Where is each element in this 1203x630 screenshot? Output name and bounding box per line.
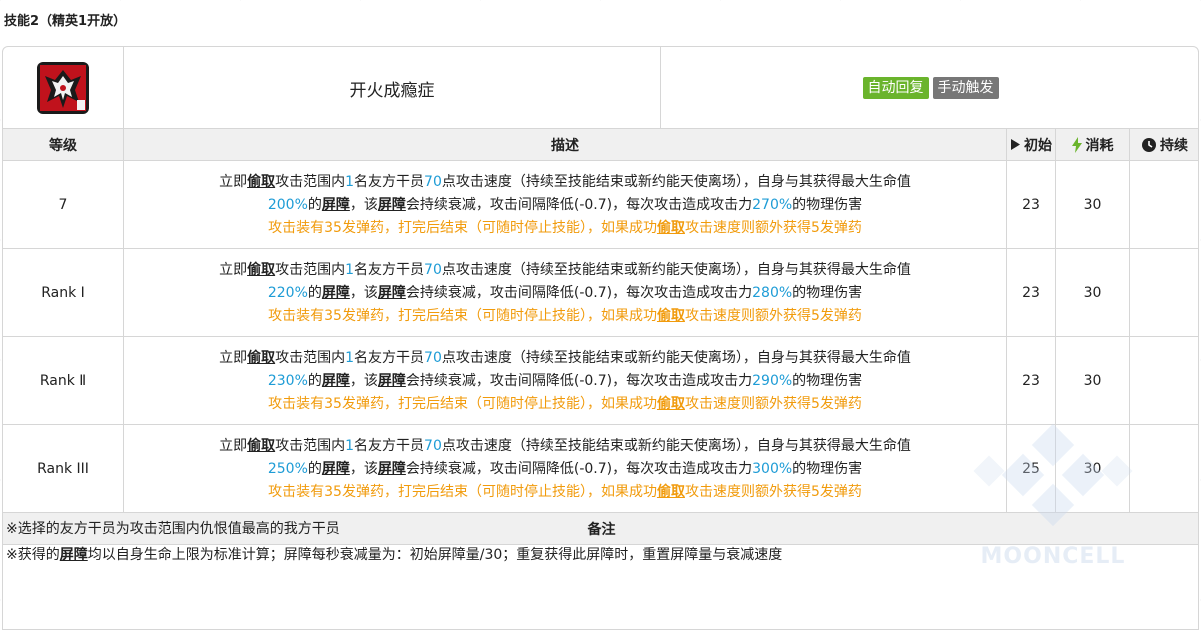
- skill-header-row: 开火成瘾症 自动回复 手动触发: [3, 47, 1198, 129]
- row-cost: 30: [1056, 425, 1130, 513]
- note-line: ※选择的友方干员为攻击范围内仇恨值最高的我方干员: [6, 521, 340, 537]
- skill-name: 开火成瘾症: [124, 47, 661, 129]
- row-level: Rank III: [3, 425, 124, 513]
- clock-icon: [1142, 137, 1156, 152]
- row-level: 7: [3, 161, 124, 249]
- row-description: 立即偷取攻击范围内1名友方干员70点攻击速度（持续至技能结束或新约能天使离场），…: [124, 337, 1007, 425]
- row-duration: [1130, 249, 1198, 337]
- notes-block: ※选择的友方干员为攻击范围内仇恨值最高的我方干员 ※获得的屏障均以自身生命上限为…: [6, 516, 782, 568]
- row-description: 立即偷取攻击范围内1名友方干员70点攻击速度（持续至技能结束或新约能天使离场），…: [124, 161, 1007, 249]
- header-cost: 消耗: [1056, 129, 1130, 161]
- header-initial: 初始: [1007, 129, 1056, 161]
- note-line: ※获得的屏障均以自身生命上限为标准计算；屏障每秒衰减量为：初始屏障量/30；重复…: [6, 547, 783, 563]
- row-cost: 30: [1056, 249, 1130, 337]
- row-duration: [1130, 161, 1198, 249]
- header-initial-label: 初始: [1024, 137, 1052, 154]
- row-initial: 23: [1007, 249, 1056, 337]
- section-title: 技能2（精英1开放）: [4, 14, 127, 29]
- header-description: 描述: [124, 129, 1007, 161]
- row-initial: 23: [1007, 161, 1056, 249]
- header-cost-label: 消耗: [1085, 137, 1114, 154]
- table-row: Rank Ⅱ 立即偷取攻击范围内1名友方干员70点攻击速度（持续至技能结束或新约…: [3, 337, 1198, 425]
- row-duration: [1130, 425, 1198, 513]
- tag-manual-trigger[interactable]: 手动触发: [932, 77, 999, 99]
- table-row: Rank Ⅰ 立即偷取攻击范围内1名友方干员70点攻击速度（持续至技能结束或新约…: [3, 249, 1198, 337]
- table-row: Rank III 立即偷取攻击范围内1名友方干员70点攻击速度（持续至技能结束或…: [3, 425, 1198, 513]
- row-cost: 30: [1056, 161, 1130, 249]
- header-duration-label: 持续: [1160, 137, 1188, 154]
- skill-icon: [37, 62, 89, 114]
- skill-tags: 自动回复 手动触发: [661, 47, 1198, 129]
- header-level: 等级: [3, 129, 124, 161]
- skill-icon-cell: [3, 47, 124, 129]
- lightning-icon: [1071, 136, 1082, 153]
- play-icon: [1010, 139, 1020, 150]
- row-initial: 23: [1007, 337, 1056, 425]
- row-duration: [1130, 337, 1198, 425]
- row-description: 立即偷取攻击范围内1名友方干员70点攻击速度（持续至技能结束或新约能天使离场），…: [124, 425, 1007, 513]
- row-initial: 25: [1007, 425, 1056, 513]
- tag-auto-recovery[interactable]: 自动回复: [862, 77, 929, 99]
- row-description: 立即偷取攻击范围内1名友方干员70点攻击速度（持续至技能结束或新约能天使离场），…: [124, 249, 1007, 337]
- row-level: Rank Ⅱ: [3, 337, 124, 425]
- row-cost: 30: [1056, 337, 1130, 425]
- table-row: 7 立即偷取攻击范围内1名友方干员70点攻击速度（持续至技能结束或新约能天使离场…: [3, 161, 1198, 249]
- header-duration: 持续: [1130, 129, 1198, 161]
- row-level: Rank Ⅰ: [3, 249, 124, 337]
